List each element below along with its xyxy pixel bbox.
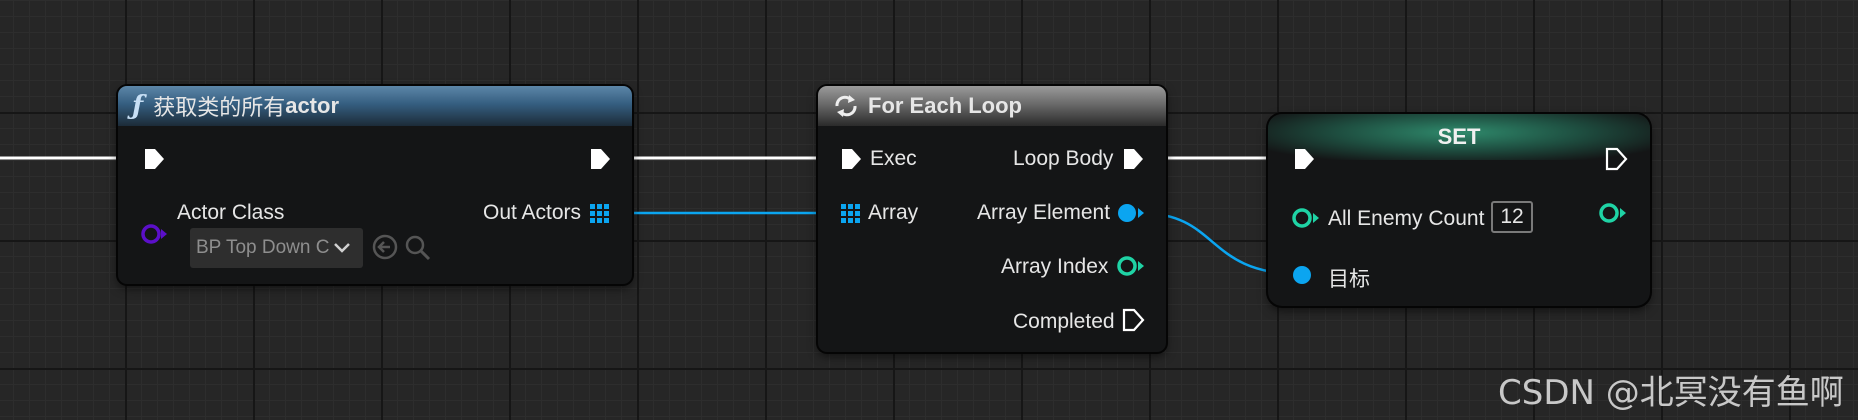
- loop-body-label: Loop Body: [1013, 147, 1114, 170]
- class-pin-icon[interactable]: [140, 223, 170, 245]
- all-enemy-count-label: All Enemy Count: [1328, 207, 1485, 230]
- array-element-label: Array Element: [977, 201, 1111, 224]
- exec-out-pin-icon[interactable]: [1120, 307, 1146, 333]
- array-label: Array: [868, 201, 919, 224]
- exec-out-pin-icon[interactable]: [1603, 146, 1629, 172]
- out-actors-label: Out Actors: [483, 201, 582, 224]
- browse-magnifier-icon[interactable]: [404, 234, 432, 262]
- integer-pin-icon[interactable]: [1291, 207, 1321, 229]
- object-pin-icon[interactable]: [1291, 264, 1315, 286]
- get-all-actors-header[interactable]: ƒ 获取类的所有 actor: [118, 86, 632, 126]
- exec-in-pin-icon[interactable]: [838, 146, 864, 172]
- array-grid-icon[interactable]: [590, 204, 609, 223]
- target-label: 目标: [1328, 268, 1370, 291]
- completed-label: Completed: [1013, 310, 1115, 333]
- actor-class-value: BP Top Down C: [196, 237, 330, 258]
- exec-in-pin-icon[interactable]: [1291, 146, 1317, 172]
- get-all-actors-title-suffix: actor: [285, 93, 339, 118]
- exec-label: Exec: [870, 147, 917, 170]
- function-icon: ƒ: [132, 91, 144, 121]
- for-each-loop-title: For Each Loop: [868, 93, 1022, 118]
- actor-class-label: Actor Class: [177, 201, 285, 224]
- set-header[interactable]: SET: [1268, 114, 1650, 160]
- chevron-down-icon: [334, 243, 350, 253]
- watermark: CSDN @北冥没有鱼啊: [1498, 373, 1844, 413]
- integer-pin-icon[interactable]: [1598, 202, 1628, 224]
- set-title: SET: [1437, 124, 1481, 149]
- for-each-loop-header[interactable]: For Each Loop: [818, 86, 1166, 126]
- get-all-actors-title-prefix: 获取类的所有: [153, 95, 286, 120]
- exec-out-pin-icon[interactable]: [1120, 146, 1146, 172]
- object-pin-icon[interactable]: [1116, 202, 1146, 224]
- loop-icon: [835, 95, 857, 117]
- actor-class-dropdown[interactable]: BP Top Down C: [190, 228, 363, 268]
- array-grid-icon[interactable]: [841, 204, 860, 223]
- exec-in-pin-icon[interactable]: [141, 146, 167, 172]
- integer-pin-icon[interactable]: [1116, 255, 1146, 277]
- all-enemy-count-input[interactable]: 12: [1491, 201, 1533, 233]
- array-index-label: Array Index: [1001, 255, 1109, 278]
- use-selected-arrow-icon[interactable]: [372, 234, 398, 260]
- exec-out-pin-icon[interactable]: [587, 146, 613, 172]
